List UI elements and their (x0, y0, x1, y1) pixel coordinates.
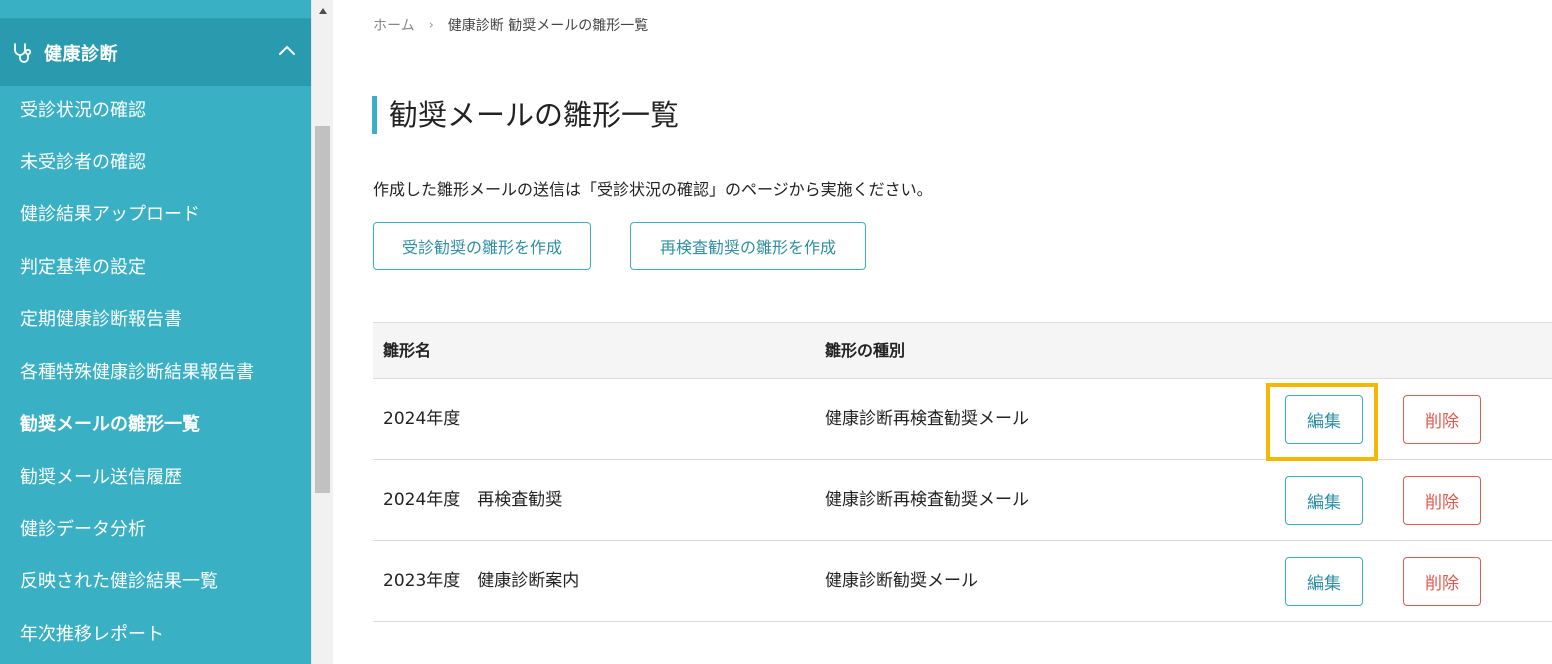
main-content: ホーム › 健康診断 勧奨メールの雛形一覧 勧奨メールの雛形一覧 作成した雛形メ… (333, 0, 1552, 664)
create-consultation-template-button[interactable]: 受診勧奨の雛形を作成 (373, 222, 591, 270)
sidebar-item-criteria-settings[interactable]: 判定基準の設定 (20, 242, 305, 294)
table-row: 2023年度 健康診断案内 健康診断勧奨メール 編集 削除 (373, 541, 1552, 622)
scroll-up-arrow-icon[interactable] (312, 0, 334, 22)
edit-button[interactable]: 編集 (1285, 476, 1363, 525)
template-type: 健康診断再検査勧奨メール (825, 409, 1029, 429)
section-title: 健康診断 (44, 43, 118, 65)
template-type: 健康診断再検査勧奨メール (825, 490, 1029, 510)
create-reexam-template-button[interactable]: 再検査勧奨の雛形を作成 (630, 222, 866, 270)
breadcrumb-home-link[interactable]: ホーム (373, 15, 415, 35)
sidebar-item-unexamined[interactable]: 未受診者の確認 (20, 137, 305, 189)
sidebar-item-data-analysis[interactable]: 健診データ分析 (20, 504, 305, 556)
table-header: 雛形名 雛形の種別 (373, 322, 1552, 379)
sidebar-top-strip (0, 0, 311, 19)
delete-button[interactable]: 削除 (1403, 395, 1481, 444)
breadcrumb-current: 健康診断 勧奨メールの雛形一覧 (447, 18, 649, 34)
edit-button[interactable]: 編集 (1285, 557, 1363, 606)
table-row: 2024年度 健康診断再検査勧奨メール 編集 削除 (373, 379, 1552, 460)
sidebar-item-mail-history[interactable]: 勧奨メール送信履歴 (20, 452, 305, 504)
edit-button[interactable]: 編集 (1285, 395, 1363, 444)
sidebar-item-mail-templates[interactable]: 勧奨メールの雛形一覧 (20, 399, 305, 451)
template-name: 2024年度 再検査勧奨 (383, 490, 563, 510)
breadcrumb: ホーム › 健康診断 勧奨メールの雛形一覧 (373, 15, 648, 35)
template-type: 健康診断勧奨メール (825, 571, 978, 591)
table-row: 2024年度 再検査勧奨 健康診断再検査勧奨メール 編集 削除 (373, 460, 1552, 541)
stethoscope-icon (10, 40, 36, 66)
template-name: 2023年度 健康診断案内 (383, 571, 580, 591)
templates-table: 雛形名 雛形の種別 2024年度 健康診断再検査勧奨メール 編集 削除 2024… (373, 322, 1552, 622)
sidebar-item-consultation-status[interactable]: 受診状況の確認 (20, 85, 305, 137)
sidebar-item-results-upload[interactable]: 健診結果アップロード (20, 189, 305, 241)
sidebar: 健康診断 受診状況の確認 未受診者の確認 健診結果アップロード 判定基準の設定 … (0, 0, 311, 664)
sidebar-scrollbar[interactable] (311, 0, 333, 664)
column-header-name: 雛形名 (383, 341, 432, 360)
sidebar-item-periodic-report[interactable]: 定期健康診断報告書 (20, 294, 305, 346)
delete-button[interactable]: 削除 (1403, 557, 1481, 606)
sidebar-item-reflected-results[interactable]: 反映された健診結果一覧 (20, 556, 305, 608)
sidebar-item-annual-trend[interactable]: 年次推移レポート (20, 609, 305, 661)
delete-button[interactable]: 削除 (1403, 476, 1481, 525)
sidebar-section-health-checkup[interactable]: 健康診断 (0, 19, 311, 86)
column-header-type: 雛形の種別 (825, 341, 906, 360)
template-name: 2024年度 (383, 409, 461, 429)
page-title: 勧奨メールの雛形一覧 (389, 98, 680, 132)
page-title-accent-bar (372, 96, 377, 134)
page-description: 作成した雛形メールの送信は「受診状況の確認」のページから実施ください。 (373, 180, 933, 199)
breadcrumb-separator-icon: › (428, 17, 434, 33)
scrollbar-thumb[interactable] (315, 126, 330, 493)
chevron-up-icon[interactable] (277, 41, 297, 61)
sidebar-item-special-report[interactable]: 各種特殊健康診断結果報告書 (20, 347, 305, 399)
